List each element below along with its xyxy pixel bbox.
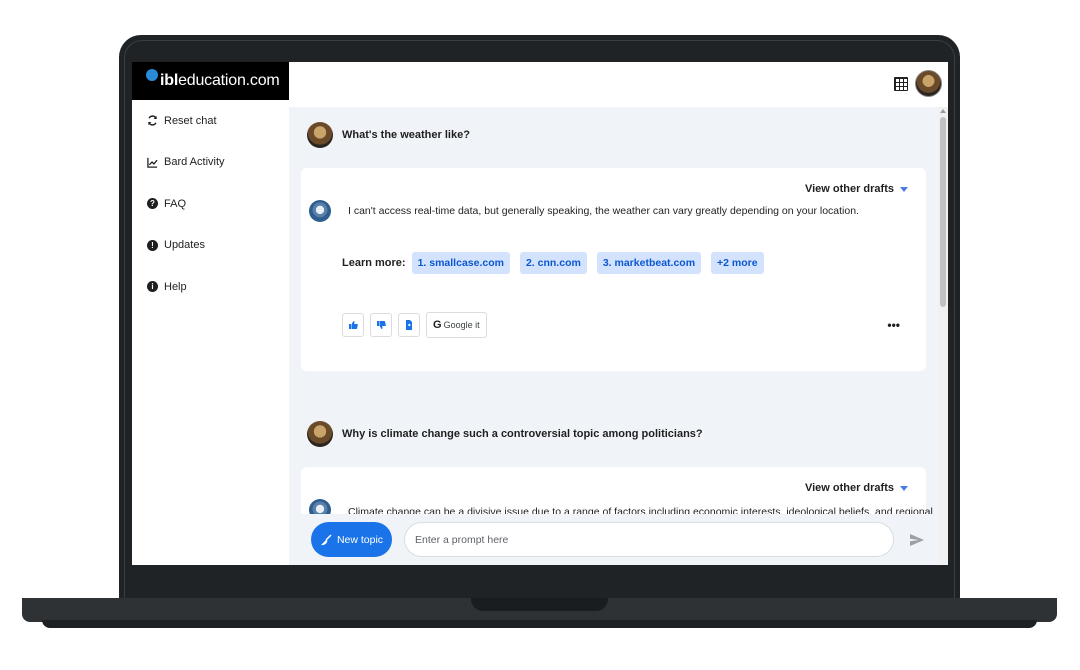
sidebar-item-faq[interactable]: ? FAQ [132,183,289,225]
thumbs-up-icon [349,321,358,329]
drafts-label: View other drafts [804,482,894,494]
response-actions: G Google it [342,312,487,338]
question-text: What's the weather like? [342,129,470,141]
user-avatar [307,421,333,447]
grid-icon[interactable] [894,77,908,91]
export-doc-icon [406,320,412,330]
response-card: View other drafts I can't access real-ti… [301,168,926,371]
drafts-label: View other drafts [804,183,894,195]
scroll-up-arrow-icon[interactable] [940,109,946,113]
question-text: Why is climate change such a controversi… [342,428,703,440]
info-icon: i [147,281,158,293]
thumbs-down-button[interactable] [370,313,392,337]
source-chip[interactable]: 1. smallcase.com [411,252,510,274]
bard-avatar [309,200,331,222]
brand-text: ibleducation.com [160,72,280,89]
prompt-input[interactable] [404,522,894,557]
thumbs-up-button[interactable] [342,313,364,337]
app-screen: ibleducation.com Reset chat Bard Activit… [132,62,948,565]
scrollbar[interactable] [938,107,948,565]
brand-logo[interactable]: ibleducation.com [132,62,289,100]
prompt-bar: New topic [289,514,938,565]
sidebar-item-label: Reset chat [164,114,217,127]
learn-more-sources: Learn more: 1. smallcase.com 2. cnn.com … [342,252,774,274]
google-g-icon: G [433,319,442,331]
sidebar-item-label: Updates [164,239,205,252]
avatar[interactable] [915,70,942,97]
google-it-label: Google it [443,320,480,330]
sidebar-item-bard-activity[interactable]: Bard Activity [132,142,289,184]
source-chip[interactable]: 3. marketbeat.com [596,252,702,274]
sidebar: Reset chat Bard Activity ? FAQ ! Updates… [132,100,289,308]
dropdown-triangle-icon [900,186,908,192]
more-sources-chip[interactable]: +2 more [711,252,764,274]
scrollbar-thumb[interactable] [940,117,946,307]
dropdown-triangle-icon [900,485,908,491]
user-message: What's the weather like? [307,122,470,148]
alert-icon: ! [147,239,158,251]
sidebar-item-label: FAQ [164,197,187,210]
sidebar-item-label: Help [164,280,187,293]
logo-icon [146,69,158,81]
source-chip[interactable]: 2. cnn.com [519,252,587,274]
laptop-notch [471,598,608,611]
sidebar-item-help[interactable]: i Help [132,266,289,308]
chat-area[interactable]: What's the weather like? View other draf… [289,107,948,565]
response-text: I can't access real-time data, but gener… [348,205,859,217]
activity-chart-icon [147,157,158,168]
user-message: Why is climate change such a controversi… [307,421,703,447]
more-options-button[interactable]: ••• [887,318,900,332]
learn-more-label: Learn more: [342,257,406,269]
export-button[interactable] [398,313,420,337]
thumbs-down-icon [377,321,386,329]
question-icon: ? [147,198,158,210]
broom-icon [320,533,332,546]
top-bar [289,62,948,107]
refresh-icon [147,115,158,126]
google-it-button[interactable]: G Google it [426,312,487,338]
sidebar-item-reset-chat[interactable]: Reset chat [132,100,289,142]
sidebar-item-label: Bard Activity [164,156,225,169]
sidebar-item-updates[interactable]: ! Updates [132,225,289,267]
laptop-mockup: ibleducation.com Reset chat Bard Activit… [0,0,1080,670]
send-icon[interactable] [909,532,925,548]
new-topic-button[interactable]: New topic [311,522,392,557]
user-avatar [307,122,333,148]
view-other-drafts-button[interactable]: View other drafts [805,183,908,195]
view-other-drafts-button[interactable]: View other drafts [805,482,908,494]
new-topic-label: New topic [336,533,384,546]
laptop-base-shadow [42,620,1037,628]
